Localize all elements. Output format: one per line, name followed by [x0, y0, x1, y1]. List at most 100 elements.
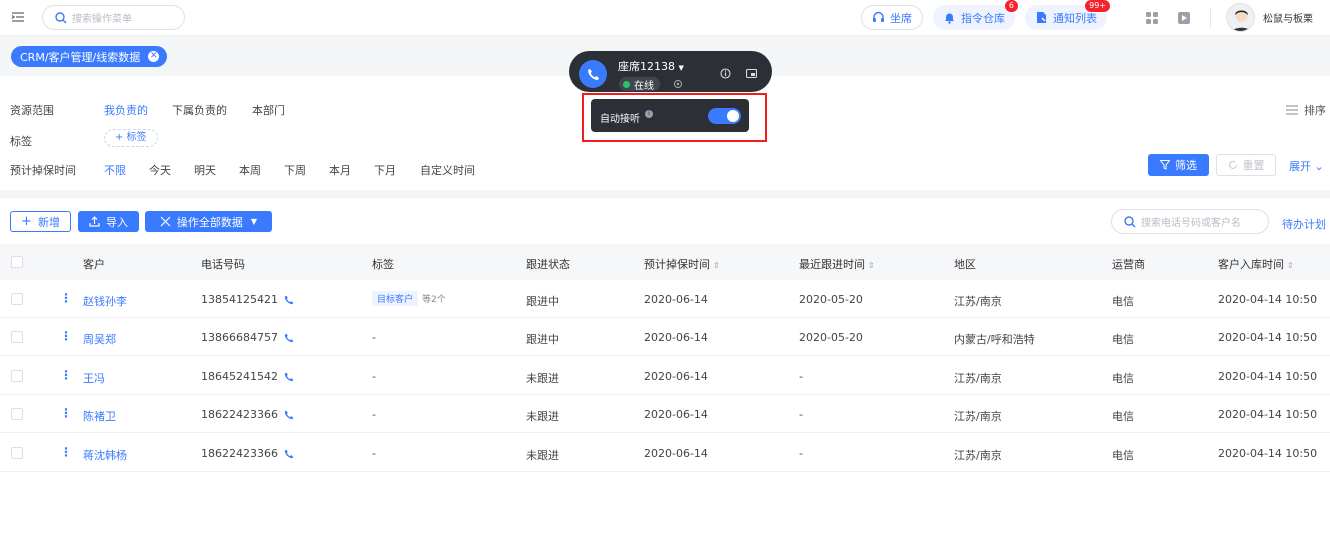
customer-name-link[interactable]: 周吴郑	[83, 331, 116, 347]
seat-label: 坐席	[890, 11, 912, 25]
phone-icon[interactable]	[284, 372, 294, 382]
close-icon[interactable]: ✕	[148, 51, 160, 62]
menu-toggle-icon[interactable]	[11, 10, 25, 24]
table-row[interactable]: ⋮ 陈褚卫 18622423366 - 未跟进 2020-06-14 - 江苏/…	[0, 395, 1330, 434]
carrier-cell: 电信	[1112, 295, 1134, 308]
tag-chip[interactable]: 目标客户	[372, 291, 419, 306]
time-option-custom[interactable]: 自定义时间	[420, 162, 475, 178]
table-row[interactable]: ⋮ 赵钱孙李 13854125421 目标客户 等2个 跟进中 2020-06-1…	[0, 280, 1330, 318]
customer-name-link[interactable]: 王冯	[83, 370, 105, 386]
row-checkbox[interactable]	[11, 408, 23, 421]
time-option-any[interactable]: 不限	[104, 162, 126, 178]
tab-crm-leads[interactable]: CRM/客户管理/线索数据 ✕	[11, 46, 168, 67]
add-tag-button[interactable]: + 标签	[104, 129, 158, 147]
table-row[interactable]: ⋮ 蒋沈韩杨 18622423366 - 未跟进 2020-06-14 - 江苏…	[0, 433, 1330, 472]
todo-plan-link[interactable]: 待办计划	[1282, 216, 1326, 232]
row-checkbox[interactable]	[11, 293, 23, 305]
info-icon[interactable]	[720, 68, 731, 79]
time-option-tomorrow[interactable]: 明天	[194, 162, 216, 178]
user-name: 松鼠与板栗	[1263, 14, 1313, 25]
bulk-operations-button[interactable]: 操作全部数据 ▼	[145, 211, 272, 232]
scope-option-department[interactable]: 本部门	[252, 102, 285, 118]
customer-name-link[interactable]: 蒋沈韩杨	[83, 447, 127, 463]
customer-name-link[interactable]: 赵钱孙李	[83, 293, 127, 309]
gear-icon[interactable]	[673, 79, 683, 89]
add-button[interactable]: + 新增	[10, 211, 71, 232]
time-option-today[interactable]: 今天	[149, 162, 171, 178]
reset-button[interactable]: 重置	[1216, 154, 1276, 176]
apps-grid-icon[interactable]	[1145, 11, 1159, 25]
tab-label: CRM/客户管理/线索数据	[20, 50, 141, 64]
more-actions-icon[interactable]: ⋮	[60, 291, 72, 305]
col-stored-label: 客户入库时间	[1218, 258, 1284, 271]
import-label: 导入	[106, 215, 128, 229]
time-option-next-month[interactable]: 下月	[374, 162, 396, 178]
row-checkbox[interactable]	[11, 369, 23, 382]
region-cell: 江苏/南京	[954, 371, 1002, 385]
phone-icon[interactable]	[284, 333, 294, 343]
play-icon[interactable]	[1177, 11, 1191, 25]
seat-button[interactable]: 坐席	[861, 5, 923, 30]
command-label: 指令仓库	[961, 11, 1005, 25]
more-actions-icon[interactable]: ⋮	[60, 406, 72, 420]
phone-icon[interactable]	[284, 295, 294, 305]
time-option-this-month[interactable]: 本月	[329, 162, 351, 178]
tag-more[interactable]: 等2个	[422, 295, 446, 305]
notify-list-button[interactable]: 通知列表 99+	[1025, 0, 1111, 30]
scope-option-subordinate[interactable]: 下属负责的	[172, 102, 227, 118]
stored-time-cell: 2020-04-14 10:50	[1218, 408, 1318, 422]
time-option-this-week[interactable]: 本周	[239, 162, 261, 178]
notify-badge: 99+	[1084, 0, 1111, 13]
status-cell: 未跟进	[526, 410, 559, 424]
table-row[interactable]: ⋮ 周吴郑 13866684757 - 跟进中 2020-06-14 2020-…	[0, 318, 1330, 357]
seat-number[interactable]: 座席12138 ▼	[618, 58, 684, 74]
sort-arrows-icon: ⇕	[1287, 261, 1294, 270]
last-follow-cell: -	[799, 446, 803, 460]
time-option-next-week[interactable]: 下周	[284, 162, 306, 178]
col-last-follow[interactable]: 最近跟进时间 ⇕	[799, 256, 875, 272]
phone-icon[interactable]	[284, 449, 294, 459]
import-button[interactable]: 导入	[78, 211, 139, 232]
col-expire-time[interactable]: 预计掉保时间 ⇕	[644, 256, 720, 272]
call-button[interactable]	[579, 60, 607, 88]
command-warehouse-button[interactable]: 指令仓库 6	[933, 0, 1019, 30]
phone-icon[interactable]	[284, 410, 294, 420]
search-icon	[55, 11, 67, 23]
user-menu[interactable]: 松鼠与板栗	[1226, 3, 1313, 32]
more-actions-icon[interactable]: ⋮	[60, 368, 72, 382]
stored-time-cell: 2020-04-14 10:50	[1218, 369, 1318, 383]
bell-icon	[945, 13, 954, 24]
customer-search-input[interactable]: 搜索电话号码或客户名	[1111, 209, 1269, 234]
scope-label: 资源范围	[10, 104, 54, 117]
row-checkbox[interactable]	[11, 446, 23, 459]
tag-label: 标签	[10, 135, 32, 148]
last-follow-cell: -	[799, 408, 803, 422]
region-cell: 内蒙古/呼和浩特	[954, 333, 1035, 347]
expire-cell: 2020-06-14	[644, 369, 708, 383]
filter-label: 筛选	[1175, 159, 1197, 172]
phone-number: 18622423366	[201, 446, 278, 460]
more-actions-icon[interactable]: ⋮	[60, 329, 72, 343]
expand-button[interactable]: 展开 ⌄	[1289, 158, 1324, 174]
col-last-label: 最近跟进时间	[799, 258, 865, 271]
customer-name-link[interactable]: 陈褚卫	[83, 408, 116, 424]
upload-icon	[89, 216, 100, 227]
sort-button[interactable]: 排序	[1286, 102, 1326, 118]
filter-button[interactable]: 筛选	[1148, 154, 1209, 176]
col-stored-time[interactable]: 客户入库时间 ⇕	[1218, 256, 1294, 272]
row-checkbox[interactable]	[11, 331, 23, 344]
select-all-checkbox[interactable]	[11, 256, 23, 268]
more-actions-icon[interactable]: ⋮	[60, 445, 72, 459]
online-status[interactable]: 在线	[619, 77, 660, 92]
last-follow-cell: 2020-05-20	[799, 331, 863, 345]
scope-option-mine[interactable]: 我负责的	[104, 102, 148, 118]
picture-in-picture-icon[interactable]	[746, 68, 757, 79]
menu-search-input[interactable]: 搜索操作菜单	[42, 5, 185, 30]
table-row[interactable]: ⋮ 王冯 18645241542 - 未跟进 2020-06-14 - 江苏/南…	[0, 356, 1330, 395]
table-toolbar: + 新增 导入 操作全部数据 ▼ 搜索电话号码或客户名 待办计划	[0, 198, 1330, 244]
col-status: 跟进状态	[526, 258, 570, 271]
headset-icon	[873, 11, 884, 22]
search-icon	[1124, 215, 1136, 227]
col-tag: 标签	[372, 258, 394, 271]
phone-number: 18622423366	[201, 408, 278, 422]
